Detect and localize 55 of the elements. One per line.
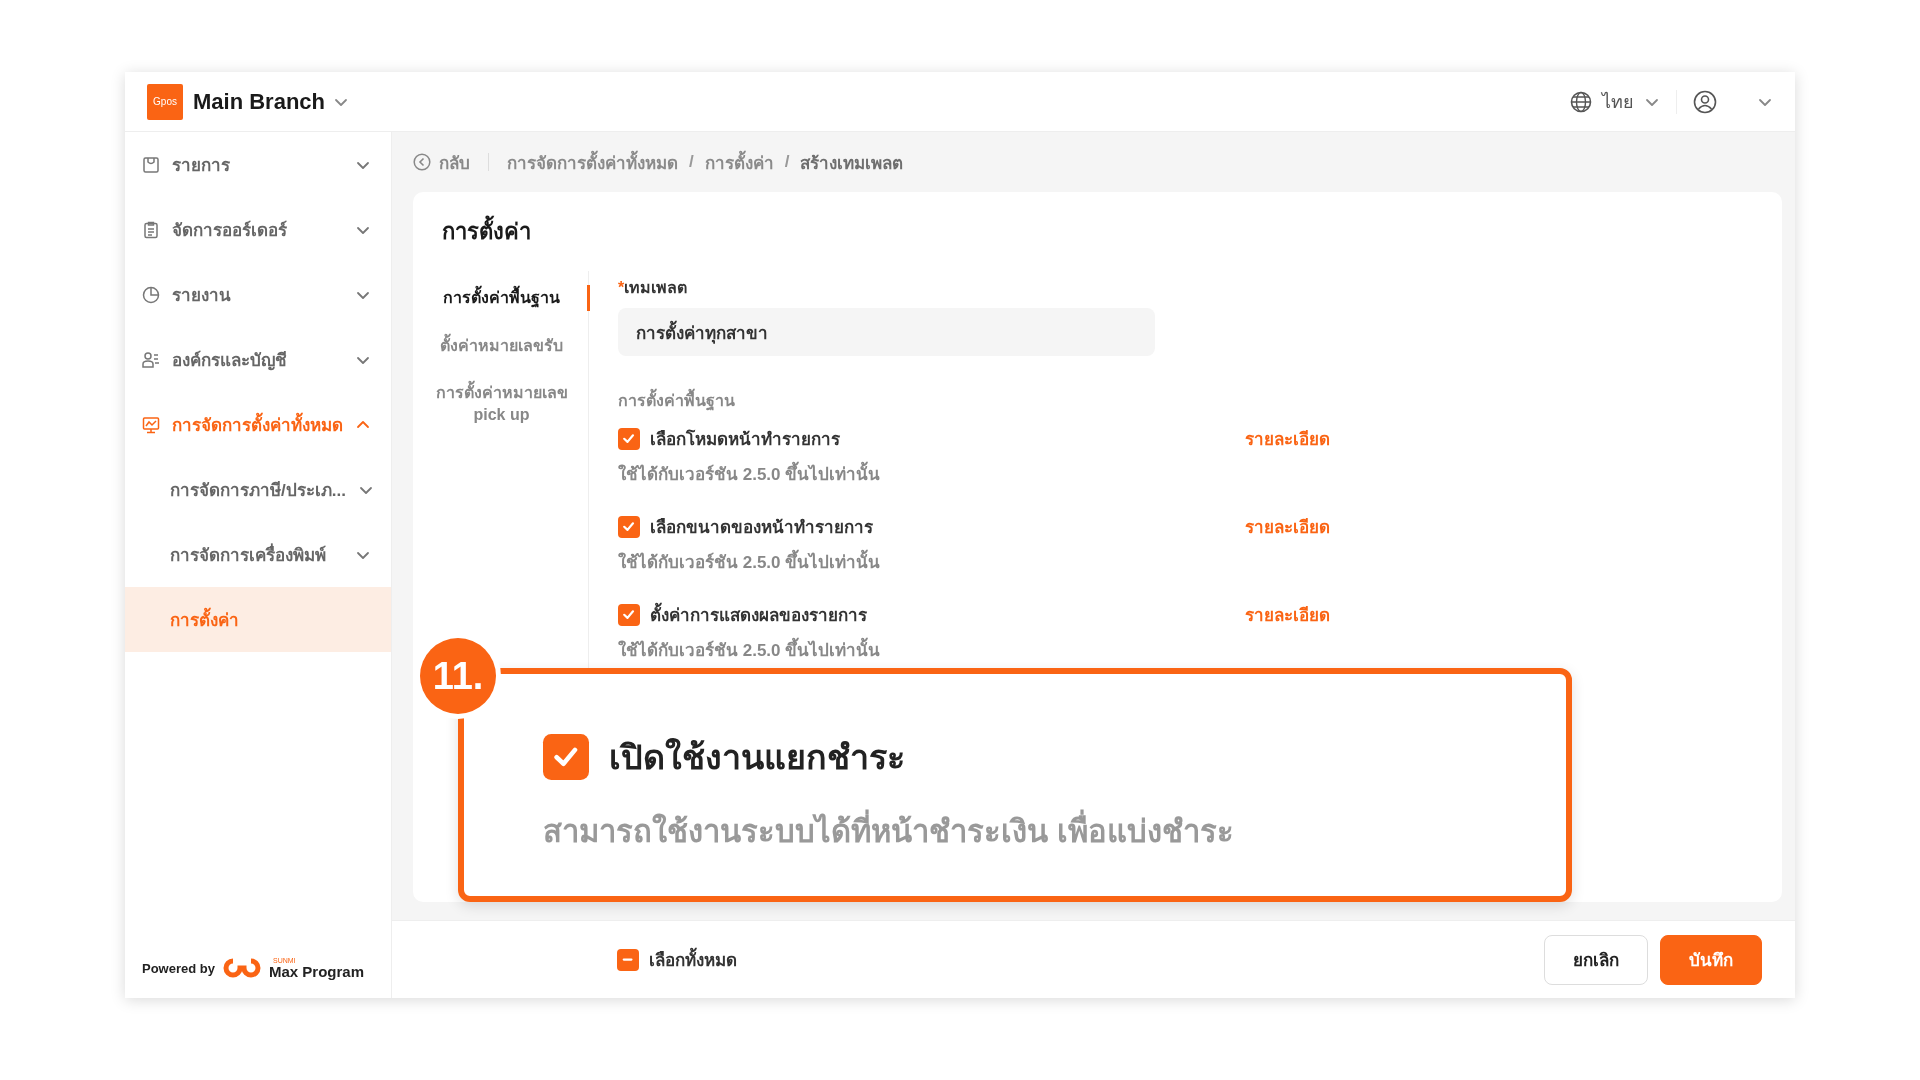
powered-by-text: Powered by [142,960,215,976]
option-label: เลือกขนาดของหน้าทำรายการ [650,517,873,539]
option-label: ตั้งค่าการแสดงผลของรายการ [650,601,867,628]
brand-name: Max Program [268,964,364,979]
language-selector[interactable]: ไทย [1602,87,1634,116]
check-icon [622,519,636,534]
infinity-logo-icon [222,957,261,979]
menu-item[interactable]: รายงาน [125,262,391,327]
back-link[interactable]: กลับ [413,148,470,176]
breadcrumb-current: สร้างเทมเพลต [800,152,904,175]
breadcrumb-separator: / [784,152,790,172]
menu-item[interactable]: รายการ [125,132,391,197]
settings-tab[interactable]: ตั้งค่าหมายเลขรับ [430,332,590,359]
select-all-checkbox[interactable] [617,948,639,971]
details-link[interactable]: รายละเอียด [1245,513,1330,575]
breadcrumb-separator: / [689,152,694,172]
section-title: การตั้งค่าพื้นฐาน [618,388,1782,413]
select-all-label: เลือกทั้งหมด [649,946,737,973]
submenu-item[interactable]: การจัดการเครื่องพิมพ์ [125,522,391,587]
option-note: ใช้ได้กับเวอร์ชัน 2.5.0 ขึ้นไปเท่านั้น [618,548,1245,575]
menu-item[interactable]: องค์กรและบัญชี [125,327,391,392]
settings-tab[interactable]: การตั้งค่าพื้นฐาน [430,285,590,311]
globe-icon[interactable] [1570,90,1592,113]
monitor-chart-icon [142,415,160,434]
details-link[interactable]: รายละเอียด [1245,601,1330,663]
clock-icon [142,285,160,304]
template-label: *เทมเพลต [618,278,689,298]
template-field[interactable]: การตั้งค่าทุกสาขา [618,308,1155,356]
cancel-button[interactable]: ยกเลิก [1544,934,1648,985]
callout-label: เปิดใช้งานแยกชำระ [609,737,905,778]
breadcrumb-link[interactable]: การจัดการตั้งค่าทั้งหมด [507,148,678,176]
user-icon[interactable] [1693,89,1717,114]
breadcrumb-link[interactable]: การตั้งค่า [704,148,774,176]
menu-item[interactable]: จัดการออร์เดอร์ [125,197,391,262]
option-note: ใช้ได้กับเวอร์ชัน 2.5.0 ขึ้นไปเท่านั้น [618,636,1245,663]
settings-tab[interactable]: การตั้งค่าหมายเลข pick up [430,380,590,428]
checkbox[interactable] [618,427,640,450]
callout-note: สามารถใช้งานระบบได้ที่หน้าชำระเงิน เพื่อแบ่งชำระ [543,806,1566,856]
check-icon [622,607,636,622]
checkbox[interactable] [618,603,640,626]
check-icon [622,431,636,446]
checkbox[interactable] [543,734,589,780]
submenu-item[interactable]: การจัดการภาษี/ประเภ... [125,457,391,522]
clipboard-icon [142,220,160,239]
app-logo: Gpos [147,83,183,120]
option-label: เลือกโหมดหน้าทำรายการ [650,428,840,451]
branch-name[interactable]: Main Branch [193,88,326,115]
menu-item[interactable]: การจัดการตั้งค่าทั้งหมด [125,392,391,457]
save-button[interactable]: บันทึก [1660,934,1762,985]
card-title: การตั้งค่า [442,214,531,249]
details-link[interactable]: รายละเอียด [1245,425,1330,487]
checkbox[interactable] [618,515,640,538]
people-icon [142,350,160,369]
bag-icon [142,155,160,174]
option-note: ใช้ได้กับเวอร์ชัน 2.5.0 ขึ้นไปเท่านั้น [618,460,1245,487]
